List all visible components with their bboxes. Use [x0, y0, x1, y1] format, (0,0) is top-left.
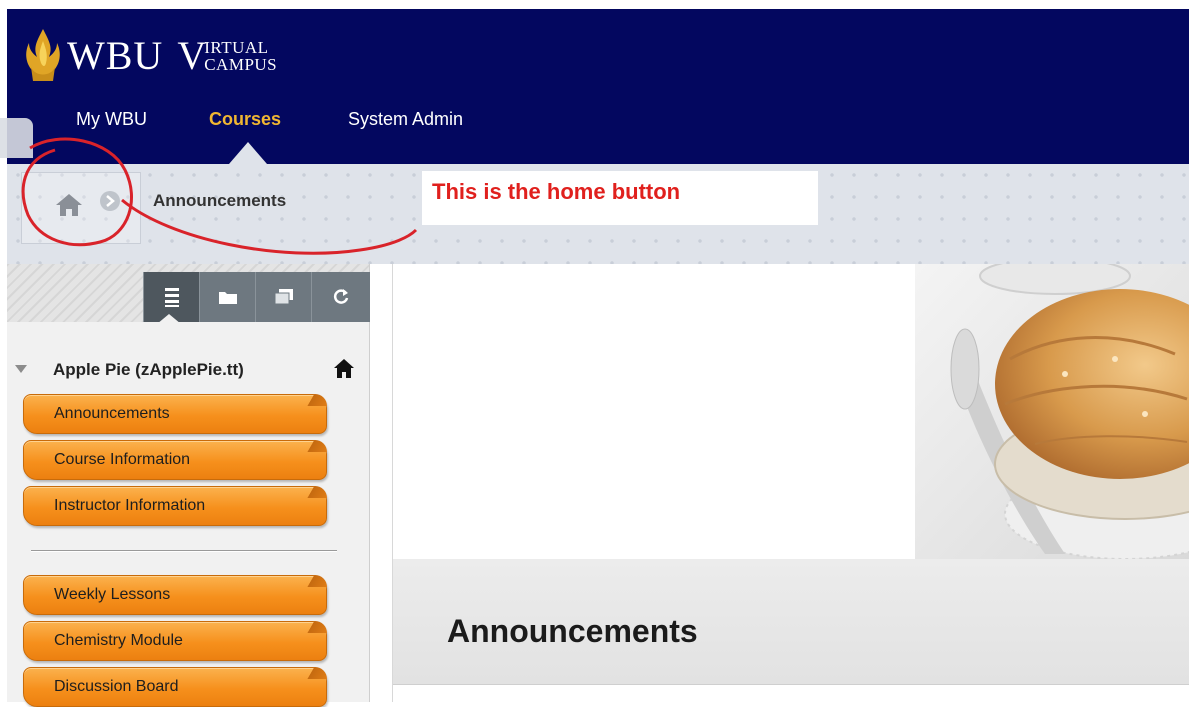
- toolbar-pointer: [157, 314, 181, 324]
- nav-my-wbu[interactable]: My WBU: [76, 109, 147, 130]
- course-title[interactable]: Apple Pie (zApplePie.tt): [53, 360, 244, 380]
- breadcrumb-current[interactable]: Announcements: [153, 191, 286, 211]
- announcements-header: Announcements: [393, 559, 1189, 685]
- menu-item-discussion-board[interactable]: Discussion Board: [23, 667, 327, 707]
- nav-system-admin[interactable]: System Admin: [348, 109, 463, 130]
- course-home-icon[interactable]: [333, 358, 355, 385]
- main-content: Announcements: [392, 264, 1189, 702]
- menu-item-weekly-lessons[interactable]: Weekly Lessons: [23, 575, 327, 615]
- course-title-row: Apple Pie (zApplePie.tt): [7, 358, 369, 382]
- menu-item-label: Discussion Board: [54, 678, 179, 695]
- logo-campus-text: CAMPUS: [204, 55, 278, 74]
- collapse-triangle-icon[interactable]: [15, 365, 27, 373]
- window-view-button[interactable]: [255, 272, 311, 322]
- menu-item-label: Chemistry Module: [54, 632, 183, 649]
- breadcrumb-bar: Announcements This is the home button: [7, 164, 1189, 264]
- menu-divider: [31, 550, 337, 551]
- side-tab-handle[interactable]: [0, 118, 33, 158]
- annotation-text: This is the home button: [432, 179, 681, 204]
- logo-wbu-text: WBU: [67, 33, 164, 78]
- logo-virtual-campus: IRTUAL CAMPUS: [204, 39, 277, 73]
- menu-item-announcements[interactable]: Announcements: [23, 394, 327, 434]
- apple-pie-image: [915, 264, 1189, 559]
- flame-logo-icon: [26, 29, 60, 81]
- logo-virtual-text: IRTUAL: [204, 38, 269, 57]
- refresh-button[interactable]: [311, 272, 370, 322]
- page-title: Announcements: [447, 613, 698, 649]
- refresh-icon: [333, 289, 349, 304]
- list-view-icon: [164, 288, 179, 307]
- menu-item-chemistry-module[interactable]: Chemistry Module: [23, 621, 327, 661]
- nav-courses[interactable]: Courses: [209, 109, 281, 130]
- active-nav-pointer: [229, 142, 267, 164]
- logo-v-text: V: [177, 33, 207, 78]
- menu-item-label: Weekly Lessons: [54, 586, 171, 603]
- breadcrumb-home-icon[interactable]: [55, 192, 83, 223]
- menu-item-label: Course Information: [54, 451, 191, 468]
- annotation-callout: This is the home button: [422, 171, 818, 225]
- folder-view-icon: [218, 292, 237, 304]
- course-menu-sidebar: Apple Pie (zApplePie.tt) Announcements C…: [7, 264, 370, 707]
- menu-item-instructor-information[interactable]: Instructor Information: [23, 486, 327, 526]
- menu-item-label: Instructor Information: [54, 497, 206, 514]
- menu-item-course-information[interactable]: Course Information: [23, 440, 327, 480]
- window-icon: [274, 289, 293, 305]
- folder-view-button[interactable]: [199, 272, 255, 322]
- wbu-virtual-campus-logo[interactable]: WBU V IRTUAL CAMPUS: [23, 21, 277, 91]
- sidebar-toolbar: [7, 264, 370, 324]
- menu-item-label: Announcements: [54, 405, 170, 422]
- header-bar: WBU V IRTUAL CAMPUS My WBU Courses Syste…: [7, 9, 1189, 164]
- chevron-right-icon: [99, 190, 121, 212]
